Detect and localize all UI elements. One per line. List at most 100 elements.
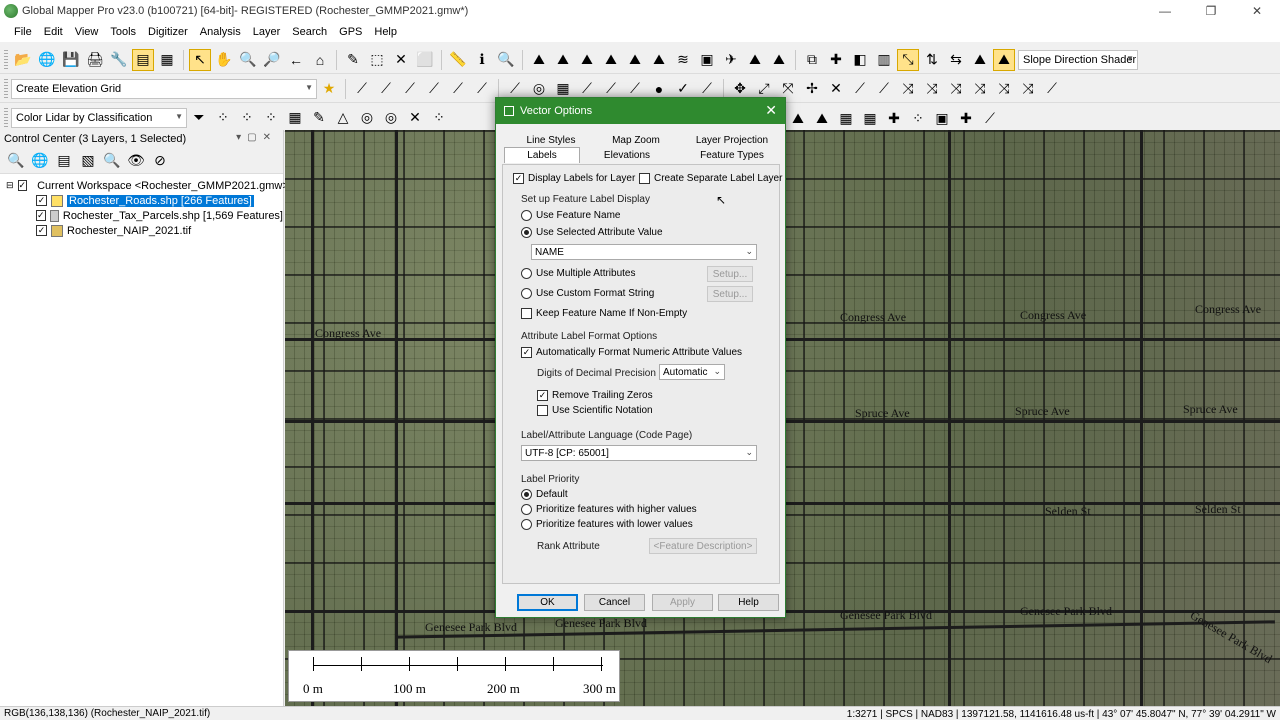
lidar-select[interactable]: Color Lidar by Classification ▼ — [11, 107, 187, 128]
menu-search[interactable]: Search — [286, 26, 333, 38]
terrain-3-icon[interactable]: ⛰ — [576, 49, 598, 71]
priority-default-option[interactable]: Default — [521, 489, 568, 500]
lidar-tool-1-icon[interactable]: ⁘ — [212, 107, 234, 129]
edit-line-4-icon[interactable]: ⟋ — [423, 78, 445, 100]
delete-icon[interactable]: ✕ — [390, 49, 412, 71]
close-icon[interactable]: ✕ — [765, 102, 777, 119]
elevation-grid-select[interactable]: Create Elevation Grid ▼ — [11, 78, 317, 99]
vertex-7-icon[interactable]: ⤨ — [897, 78, 919, 100]
lidar-filter-icon[interactable]: ⏷ — [188, 107, 210, 129]
keep-name-option[interactable]: Keep Feature Name If Non-Empty — [521, 308, 687, 319]
tool-5-icon[interactable]: ⤡ — [897, 48, 919, 71]
edit-line-3-icon[interactable]: ⟋ — [399, 78, 421, 100]
lidar-tool-14-icon[interactable]: ▦ — [859, 107, 881, 129]
terrain-11-icon[interactable]: ⛰ — [768, 49, 790, 71]
priority-default-radio[interactable] — [521, 489, 532, 500]
star-icon[interactable]: ★ — [318, 78, 340, 100]
layer-visible-icon[interactable]: 👁 — [125, 150, 147, 172]
priority-lower-radio[interactable] — [521, 519, 532, 530]
use-selected-attr-radio[interactable] — [521, 227, 532, 238]
auto-format-checkbox[interactable]: ✓ — [521, 347, 532, 358]
menu-analysis[interactable]: Analysis — [194, 26, 247, 38]
minimize-button[interactable]: — — [1142, 0, 1188, 22]
tool-6-icon[interactable]: ⇅ — [921, 49, 943, 71]
rank-attribute-select[interactable]: <Feature Description> — [649, 538, 757, 554]
layer-row[interactable]: ✓ Rochester_Roads.shp [266 Features] — [0, 193, 283, 208]
vertex-4-icon[interactable]: ✕ — [825, 78, 847, 100]
use-custom-option[interactable]: Use Custom Format String — [521, 288, 654, 299]
vertex-3-icon[interactable]: ✢ — [801, 78, 823, 100]
sci-notation-checkbox[interactable] — [537, 405, 548, 416]
vertex-5-icon[interactable]: ⟋ — [849, 78, 871, 100]
zoom-in-icon[interactable]: 🔍 — [237, 49, 259, 71]
multiple-setup-button[interactable]: Setup... — [707, 266, 753, 282]
tab-layer-projection[interactable]: Layer Projection — [690, 132, 774, 148]
attribute-select[interactable]: NAME ⌄ — [531, 244, 757, 260]
terrain-1-icon[interactable]: ⛰ — [528, 49, 550, 71]
edit-line-6-icon[interactable]: ⟋ — [471, 78, 493, 100]
edit-line-5-icon[interactable]: ⟋ — [447, 78, 469, 100]
use-multiple-option[interactable]: Use Multiple Attributes — [521, 268, 636, 279]
control-center-icon[interactable]: ▤ — [132, 48, 154, 71]
vertex-10-icon[interactable]: ⤨ — [969, 78, 991, 100]
edit-line-1-icon[interactable]: ⟋ — [351, 78, 373, 100]
lidar-tool-9-icon[interactable]: ✕ — [404, 107, 426, 129]
menu-digitizer[interactable]: Digitizer — [142, 26, 194, 38]
cancel-button[interactable]: Cancel — [584, 594, 645, 611]
shader-icon[interactable]: ⛰ — [993, 48, 1015, 71]
vertex-6-icon[interactable]: ⟋ — [873, 78, 895, 100]
terrain-6-icon[interactable]: ⛰ — [648, 49, 670, 71]
priority-higher-option[interactable]: Prioritize features with higher values — [521, 504, 697, 515]
terrain-2-icon[interactable]: ⛰ — [552, 49, 574, 71]
workspace-node[interactable]: ⊟ ✓ Current Workspace <Rochester_GMMP202… — [0, 178, 289, 193]
vertex-13-icon[interactable]: ⟋ — [1041, 78, 1063, 100]
overview-icon[interactable]: ▦ — [156, 49, 178, 71]
vertex-11-icon[interactable]: ⤨ — [993, 78, 1015, 100]
info-icon[interactable]: ℹ — [471, 49, 493, 71]
terrain-7-icon[interactable]: ≋ — [672, 49, 694, 71]
lidar-tool-12-icon[interactable]: ⛰ — [811, 107, 833, 129]
print-icon[interactable]: 🖨 — [84, 49, 106, 71]
help-button[interactable]: Help — [718, 594, 779, 611]
tool-2-icon[interactable]: ✚ — [825, 49, 847, 71]
lidar-tool-10-icon[interactable]: ⁘ — [428, 107, 450, 129]
lidar-tool-15-icon[interactable]: ✚ — [883, 107, 905, 129]
terrain-10-icon[interactable]: ⛰ — [744, 49, 766, 71]
ok-button[interactable]: OK — [517, 594, 578, 611]
priority-higher-radio[interactable] — [521, 504, 532, 515]
digitize-icon[interactable]: ⬜ — [414, 49, 436, 71]
custom-setup-button[interactable]: Setup... — [707, 286, 753, 302]
terrain-5-icon[interactable]: ⛰ — [624, 49, 646, 71]
terrain-4-icon[interactable]: ⛰ — [600, 49, 622, 71]
vertex-8-icon[interactable]: ⤨ — [921, 78, 943, 100]
pan-icon[interactable]: ✋ — [213, 49, 235, 71]
globe-layer-icon[interactable]: 🌐 — [29, 150, 51, 172]
menu-layer[interactable]: Layer — [247, 26, 287, 38]
select-icon[interactable]: ⬚ — [366, 49, 388, 71]
dialog-title-bar[interactable]: Vector Options ✕ — [496, 98, 785, 124]
lidar-tool-13-icon[interactable]: ▦ — [835, 107, 857, 129]
lidar-tool-5-icon[interactable]: ✎ — [308, 107, 330, 129]
terrain-9-icon[interactable]: ✈ — [720, 49, 742, 71]
pointer-icon[interactable]: ↖ — [189, 48, 211, 71]
tab-map-zoom[interactable]: Map Zoom — [602, 132, 670, 148]
terrain-8-icon[interactable]: ▣ — [696, 49, 718, 71]
lidar-tool-4-icon[interactable]: ▦ — [284, 107, 306, 129]
sci-notation-option[interactable]: Use Scientific Notation — [537, 405, 653, 416]
panel-controls[interactable]: ▾▢✕ — [236, 132, 277, 143]
toolbar-grip[interactable] — [4, 107, 8, 128]
tool-1-icon[interactable]: ⧉ — [801, 49, 823, 71]
lidar-tool-18-icon[interactable]: ✚ — [955, 107, 977, 129]
tab-elevations[interactable]: Elevations — [594, 147, 660, 163]
use-feature-name-radio[interactable] — [521, 210, 532, 221]
tool-8-icon[interactable]: ⛰ — [969, 49, 991, 71]
edit-line-2-icon[interactable]: ⟋ — [375, 78, 397, 100]
shader-select[interactable]: Slope Direction Shader ▼ — [1018, 49, 1138, 70]
digits-select[interactable]: Automatic ⌄ — [659, 364, 725, 380]
table-icon[interactable]: ▤ — [53, 150, 75, 172]
use-custom-radio[interactable] — [521, 288, 532, 299]
use-selected-attr-option[interactable]: Use Selected Attribute Value — [521, 227, 663, 238]
save-icon[interactable]: 💾 — [60, 49, 82, 71]
lidar-tool-2-icon[interactable]: ⁘ — [236, 107, 258, 129]
toolbar-grip[interactable] — [4, 49, 8, 70]
